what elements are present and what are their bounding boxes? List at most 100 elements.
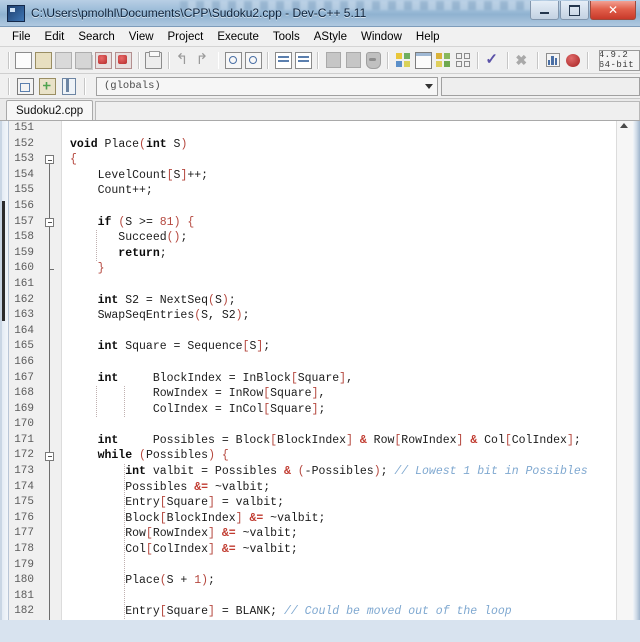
code-line[interactable]: int BlockIndex = InBlock[Square], — [62, 371, 616, 387]
code-folding-margin[interactable] — [39, 121, 62, 620]
menu-item-file[interactable]: File — [5, 29, 38, 45]
code-line[interactable]: int S2 = NextSeq(S); — [62, 293, 616, 309]
arrow-left-icon — [326, 52, 341, 68]
stop-execution-button[interactable]: ✖ — [514, 50, 532, 70]
code-line[interactable]: int Square = Sequence[S]; — [62, 339, 616, 355]
syntax-check-button[interactable]: ✓ — [484, 50, 502, 70]
debug-button[interactable] — [564, 50, 582, 70]
menu-item-search[interactable]: Search — [71, 29, 121, 45]
scope-combo[interactable]: (globals) — [96, 77, 438, 96]
minimize-button[interactable] — [530, 1, 559, 20]
code-line[interactable]: RowIndex = InRow[Square], — [62, 386, 616, 402]
close-red-icon — [95, 52, 112, 69]
vertical-scrollbar[interactable] — [616, 121, 633, 620]
code-line[interactable]: Block[BlockIndex] &= ~valbit; — [62, 511, 616, 527]
code-line[interactable]: { — [62, 152, 616, 168]
code-line[interactable]: int Possibles = Block[BlockIndex] & Row[… — [62, 433, 616, 449]
code-token: ++; — [187, 169, 208, 182]
line-number: 170 — [9, 417, 39, 433]
code-line[interactable]: if (S >= 81) { — [62, 215, 616, 231]
rebuild-all-button[interactable] — [454, 50, 472, 70]
code-token: S2 = NextSeq — [118, 294, 208, 307]
code-line[interactable] — [62, 558, 616, 574]
code-line[interactable] — [62, 121, 616, 137]
code-line[interactable]: Succeed(); — [62, 230, 616, 246]
code-line[interactable]: Entry[Square] = BLANK; // Could be moved… — [62, 604, 616, 620]
code-line[interactable] — [62, 589, 616, 605]
compile-button[interactable] — [394, 50, 412, 70]
code-line[interactable] — [62, 417, 616, 433]
undo-button[interactable]: ↰ — [175, 50, 193, 70]
step-forward-button[interactable] — [344, 50, 362, 70]
fold-toggle-172[interactable] — [45, 452, 54, 461]
menu-item-project[interactable]: Project — [161, 29, 211, 45]
save-all-button[interactable] — [75, 50, 93, 70]
menu-item-help[interactable]: Help — [409, 29, 447, 45]
fold-toggle-157[interactable] — [45, 218, 54, 227]
compile-and-run-button[interactable] — [434, 50, 452, 70]
fold-toggle-153[interactable] — [45, 155, 54, 164]
profile-button[interactable] — [364, 50, 382, 70]
line-number: 168 — [9, 386, 39, 402]
redo-button[interactable]: ↱ — [195, 50, 213, 70]
code-token: Row — [70, 527, 146, 540]
code-line[interactable]: Possibles &= ~valbit; — [62, 480, 616, 496]
goto-function-button[interactable] — [294, 50, 312, 70]
run-button[interactable] — [414, 50, 432, 70]
chevron-down-icon[interactable] — [425, 84, 433, 89]
window-controls: ✕ — [529, 1, 636, 20]
toggle-breakpoint-button[interactable] — [37, 76, 57, 96]
close-all-button[interactable] — [115, 50, 133, 70]
line-number: 171 — [9, 433, 39, 449]
code-line[interactable] — [62, 355, 616, 371]
code-line[interactable]: Count++; — [62, 183, 616, 199]
code-line[interactable]: ColIndex = InCol[Square]; — [62, 402, 616, 418]
bookmark-button[interactable] — [59, 76, 79, 96]
code-token: int — [70, 434, 118, 447]
code-editor[interactable]: 1511521531541551561571581591601611621631… — [0, 121, 640, 620]
code-line[interactable]: } — [62, 261, 616, 277]
code-token: Block — [70, 512, 160, 525]
code-line[interactable]: Row[RowIndex] &= ~valbit; — [62, 526, 616, 542]
menu-item-astyle[interactable]: AStyle — [307, 29, 354, 45]
print-button[interactable] — [145, 50, 163, 70]
open-file-button[interactable] — [35, 50, 53, 70]
find-button[interactable] — [224, 50, 242, 70]
code-line[interactable]: SwapSeqEntries(S, S2); — [62, 308, 616, 324]
insert-button[interactable] — [15, 76, 35, 96]
code-line[interactable]: Col[ColIndex] &= ~valbit; — [62, 542, 616, 558]
code-line[interactable] — [62, 277, 616, 293]
menu-item-edit[interactable]: Edit — [38, 29, 72, 45]
code-line[interactable] — [62, 199, 616, 215]
goto-line-button[interactable] — [274, 50, 292, 70]
toolbar-divider — [84, 78, 86, 95]
code-line[interactable]: Entry[Square] = valbit; — [62, 495, 616, 511]
code-text-area[interactable]: void Place(int S){ LevelCount[S]++; Coun… — [62, 121, 616, 620]
code-line[interactable]: while (Possibles) { — [62, 448, 616, 464]
replace-button[interactable] — [244, 50, 262, 70]
menu-item-window[interactable]: Window — [354, 29, 409, 45]
devcpp-window: C:\Users\pmolhl\Documents\CPP\Sudoku2.cp… — [0, 0, 640, 642]
save-button[interactable] — [55, 50, 73, 70]
compiler-selector[interactable]: TDM-GCC 4.9.2 64-bit Release — [599, 50, 640, 71]
symbol-combo[interactable] — [441, 77, 640, 96]
code-line[interactable] — [62, 324, 616, 340]
menu-item-execute[interactable]: Execute — [210, 29, 266, 45]
tab-sudoku2-cpp[interactable]: Sudoku2.cpp — [6, 100, 93, 120]
maximize-button[interactable] — [560, 1, 589, 20]
code-line[interactable]: int valbit = Possibles & (-Possibles); /… — [62, 464, 616, 480]
code-line[interactable]: return; — [62, 246, 616, 262]
code-line[interactable]: void Place(int S) — [62, 137, 616, 153]
code-line[interactable]: LevelCount[S]++; — [62, 168, 616, 184]
code-line[interactable]: Place(S + 1); — [62, 573, 616, 589]
menu-item-view[interactable]: View — [122, 29, 161, 45]
scroll-up-arrow-icon[interactable] — [620, 123, 628, 128]
close-file-button[interactable] — [95, 50, 113, 70]
checkmark-icon: ✓ — [485, 53, 500, 68]
menu-item-tools[interactable]: Tools — [266, 29, 307, 45]
close-button[interactable]: ✕ — [590, 1, 636, 20]
profile-analysis-button[interactable] — [544, 50, 562, 70]
fold-bracket-line-function — [49, 164, 50, 620]
step-back-button[interactable] — [324, 50, 342, 70]
new-file-button[interactable] — [15, 50, 33, 70]
